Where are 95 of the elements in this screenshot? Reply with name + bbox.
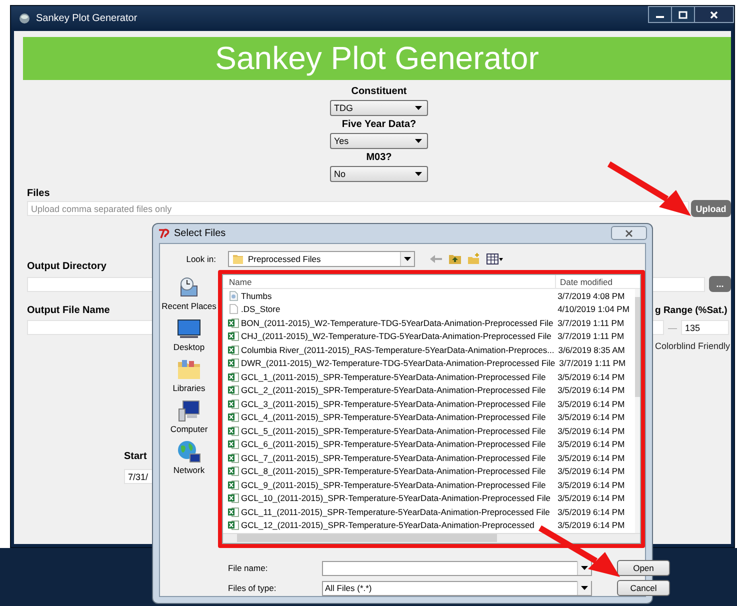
file-row[interactable]: GCL_2_(2011-2015)_SPR-Temperature-5YearData-Animation-Preprocessed File 3/5/2019 6:14 PM xyxy=(223,384,635,397)
maximize-button[interactable] xyxy=(671,6,695,23)
place-item[interactable]: Computer xyxy=(170,399,208,434)
dropdown[interactable]: No xyxy=(330,166,428,182)
file-row[interactable]: .DS_Store 4/10/2019 1:04 PM xyxy=(223,302,635,316)
dropdown[interactable]: TDG xyxy=(330,100,428,116)
minimize-button[interactable] xyxy=(648,6,672,23)
folder-icon xyxy=(232,252,244,264)
file-row[interactable]: GCL_4_(2011-2015)_SPR-Temperature-5YearData-Animation-Preprocessed File 3/5/2019 6:14 PM xyxy=(223,410,635,424)
spreadsheet-icon xyxy=(228,331,239,342)
range-separator: — xyxy=(668,322,677,332)
scrollbar[interactable] xyxy=(635,289,640,535)
spreadsheet-icon xyxy=(228,480,239,490)
image-file-icon xyxy=(228,290,239,301)
caret-icon xyxy=(415,106,422,110)
file-row[interactable]: GCL_7_(2011-2015)_SPR-Temperature-5YearData-Animation-Preprocessed File 3/5/2019 6:14 PM xyxy=(223,451,635,464)
field-label: Output Directory xyxy=(27,261,106,273)
field-label: Output File Name xyxy=(27,305,110,317)
field-label: Files of type: xyxy=(228,583,278,593)
place-item[interactable]: Libraries xyxy=(172,358,206,393)
up-folder-icon[interactable] xyxy=(448,252,462,264)
close-button[interactable] xyxy=(611,226,647,240)
look-in-label: Look in: xyxy=(185,254,216,264)
caret-icon xyxy=(581,586,588,590)
spreadsheet-icon xyxy=(228,506,239,517)
file-row[interactable]: BON_(2011-2015)_W2-Temperature-TDG-5YearData-Animation-Preprocessed File 3/7/2019 1:11 PM xyxy=(223,316,635,330)
open-button[interactable]: Open xyxy=(617,560,670,576)
view-menu-icon[interactable] xyxy=(486,252,504,264)
spreadsheet-icon xyxy=(228,426,239,436)
spreadsheet-icon xyxy=(228,358,239,368)
close-icon xyxy=(709,10,719,18)
look-in-dropdown[interactable]: Preprocessed Files xyxy=(228,250,415,266)
caret-icon xyxy=(415,139,422,143)
spreadsheet-icon xyxy=(228,466,239,476)
checkbox-label[interactable]: Colorblind Friendly xyxy=(655,341,731,351)
spreadsheet-icon xyxy=(228,452,239,463)
file-row[interactable]: GCL_10_(2011-2015)_SPR-Temperature-5YearData-Animation-Preprocessed File 3/5/2019 6:14 PM xyxy=(223,492,635,505)
spreadsheet-icon xyxy=(228,412,239,422)
file-row[interactable]: GCL_1_(2011-2015)_SPR-Temperature-5YearData-Animation-Preprocessed File 3/5/2019 6:14 PM xyxy=(223,370,635,384)
scrollbar[interactable] xyxy=(223,533,640,543)
caret-icon xyxy=(581,566,588,570)
close-button[interactable] xyxy=(694,6,734,23)
upload-button[interactable]: Upload xyxy=(691,200,731,217)
spreadsheet-icon xyxy=(228,318,239,328)
file-row[interactable]: GCL_9_(2011-2015)_SPR-Temperature-5YearData-Animation-Preprocessed File 3/5/2019 6:14 PM xyxy=(223,478,635,492)
cancel-button[interactable]: Cancel xyxy=(617,580,670,596)
spreadsheet-icon xyxy=(228,372,239,382)
app-icon xyxy=(19,12,30,24)
app-heading: Sankey Plot Generator xyxy=(215,40,539,77)
globe-icon xyxy=(177,440,201,464)
field-label: File name: xyxy=(228,563,269,573)
computer-icon xyxy=(176,399,201,423)
dropdown[interactable]: Yes xyxy=(330,133,428,149)
dialog-title: Select Files xyxy=(174,228,226,239)
caret-icon xyxy=(404,256,411,260)
field-label: Start xyxy=(124,451,147,463)
field-label: Five Year Data? xyxy=(342,119,416,131)
file-row[interactable]: GCL_11_(2011-2015)_SPR-Temperature-5YearData-Animation-Preprocessed File 3/5/2019 6:14 PM xyxy=(223,505,635,518)
file-row[interactable]: GCL_3_(2011-2015)_SPR-Temperature-5YearData-Animation-Preprocessed File 3/5/2019 6:14 PM xyxy=(223,397,635,410)
folder-icon xyxy=(176,358,201,382)
spreadsheet-icon xyxy=(228,520,239,530)
range-max-field[interactable]: 135 xyxy=(681,320,729,335)
file-row[interactable]: GCL_5_(2011-2015)_SPR-Temperature-5YearData-Animation-Preprocessed File 3/5/2019 6:14 PM xyxy=(223,424,635,438)
column-header[interactable]: Name xyxy=(223,275,556,288)
place-item[interactable]: Recent Places xyxy=(162,276,216,311)
feather-icon xyxy=(158,228,170,239)
file-row[interactable]: Columbia River_(2011-2015)_RAS-Temperature-5YearData-Animation-Preproces... 3/6/2019 8:35 AM xyxy=(223,343,635,356)
field-label: M03? xyxy=(366,152,392,164)
file-row[interactable]: Thumbs 3/7/2019 4:08 PM xyxy=(223,289,635,302)
blank-file-icon xyxy=(228,304,239,314)
field-label: Constituent xyxy=(351,86,407,98)
caret-icon xyxy=(415,172,422,176)
file-row[interactable]: DWR_(2011-2015)_W2-Temperature-TDG-5YearData-Animation-Preprocessed File 3/7/2019 1:11 PM xyxy=(223,356,635,370)
place-item[interactable]: Network xyxy=(173,440,205,475)
place-item[interactable]: Desktop xyxy=(173,317,205,352)
maximize-icon xyxy=(678,10,688,18)
file-row[interactable]: GCL_8_(2011-2015)_SPR-Temperature-5YearData-Animation-Preprocessed File 3/5/2019 6:14 PM xyxy=(223,464,635,478)
file-row[interactable]: GCL_6_(2011-2015)_SPR-Temperature-5YearData-Animation-Preprocessed File 3/5/2019 6:14 PM xyxy=(223,438,635,451)
window-title: Sankey Plot Generator xyxy=(36,12,138,24)
spreadsheet-icon xyxy=(228,493,239,504)
spreadsheet-icon xyxy=(228,398,239,409)
file-row[interactable]: CHJ_(2011-2015)_W2-Temperature-TDG-5YearData-Animation-Preprocessed File 3/7/2019 1:11 PM xyxy=(223,330,635,343)
spreadsheet-icon xyxy=(228,439,239,450)
spreadsheet-icon xyxy=(228,385,239,396)
field-label: Files xyxy=(27,188,50,200)
file-row[interactable]: GCL_12_(2011-2015)_SPR-Temperature-5YearData-Animation-Preprocessed 3/5/2019 6:14 PM xyxy=(223,518,635,532)
desktop-icon xyxy=(177,317,201,341)
file-name-field[interactable] xyxy=(322,560,592,576)
file-type-dropdown[interactable]: All Files (*.*) xyxy=(322,580,592,596)
spreadsheet-icon xyxy=(228,344,239,355)
field-label: g Range (%Sat.) xyxy=(655,305,728,317)
close-icon xyxy=(625,230,633,236)
column-header[interactable]: Date modified xyxy=(556,275,636,288)
browse-button[interactable]: ... xyxy=(709,276,731,292)
files-field[interactable]: Upload comma separated files only xyxy=(27,201,689,216)
